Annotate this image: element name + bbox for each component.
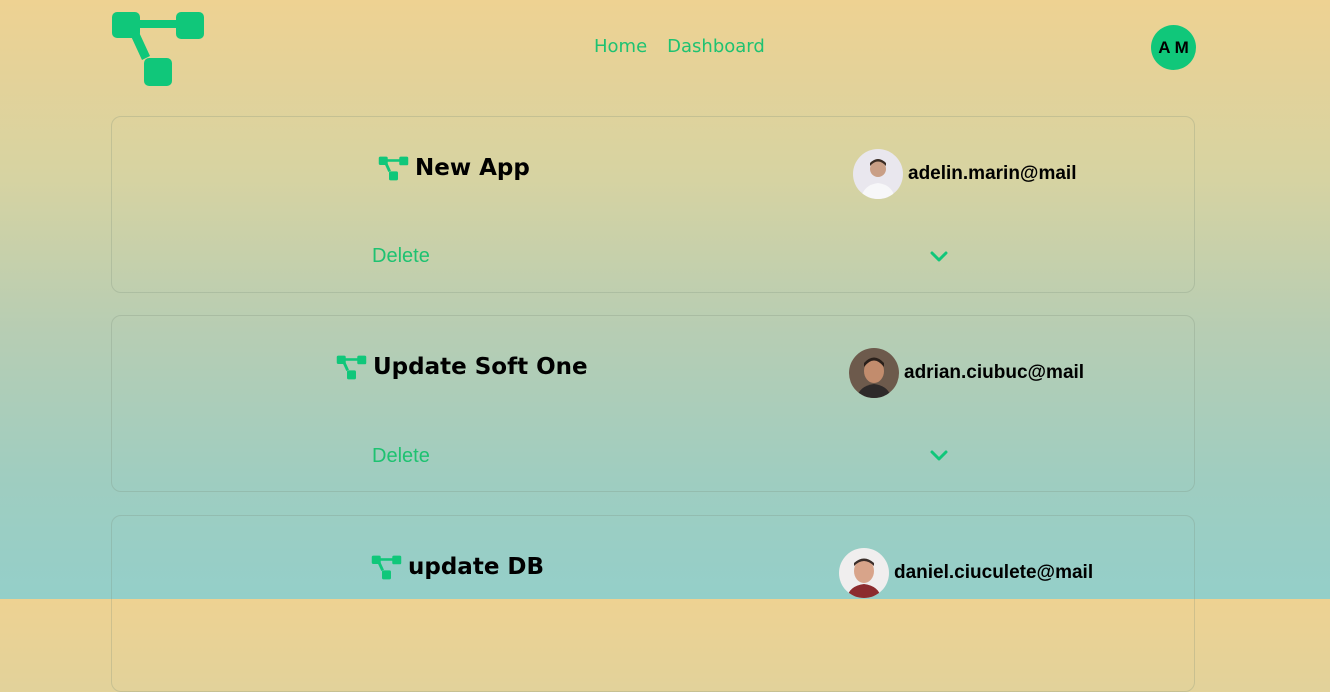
user-email: daniel.ciuculete@mail — [894, 562, 1094, 583]
workflow-icon — [371, 555, 402, 579]
user-avatar[interactable]: A M — [1151, 25, 1196, 70]
delete-button[interactable]: Delete — [372, 245, 430, 268]
card-title: Update Soft One — [373, 354, 588, 380]
nav-home-link[interactable]: Home — [594, 36, 647, 57]
workflow-icon — [378, 156, 409, 180]
card-title: update DB — [408, 554, 545, 580]
user-photo — [853, 149, 903, 199]
workflow-icon — [336, 355, 367, 379]
nav-dashboard-link[interactable]: Dashboard — [667, 36, 765, 57]
project-card: New App adelin.marin@mail Delete — [111, 116, 1195, 293]
project-card: Update Soft One adrian.ciubuc@mail Delet… — [111, 315, 1195, 492]
card-assignee: adelin.marin@mail — [853, 149, 1076, 199]
user-photo — [839, 548, 889, 598]
card-assignee: adrian.ciubuc@mail — [849, 348, 1084, 398]
main-nav: Home Dashboard — [594, 36, 765, 57]
card-title-group: update DB — [371, 554, 544, 580]
delete-button[interactable]: Delete — [372, 445, 430, 468]
user-email: adelin.marin@mail — [908, 163, 1077, 184]
user-email: adrian.ciubuc@mail — [904, 362, 1085, 383]
chevron-down-icon[interactable] — [929, 449, 949, 463]
card-title-group: New App — [378, 155, 530, 181]
card-assignee: daniel.ciuculete@mail — [839, 548, 1093, 598]
card-title-group: Update Soft One — [336, 354, 588, 380]
user-photo — [849, 348, 899, 398]
project-card: update DB daniel.ciuculete@mail — [111, 515, 1195, 692]
card-title: New App — [415, 155, 530, 181]
app-logo-icon[interactable] — [110, 10, 206, 88]
chevron-down-icon[interactable] — [929, 250, 949, 264]
